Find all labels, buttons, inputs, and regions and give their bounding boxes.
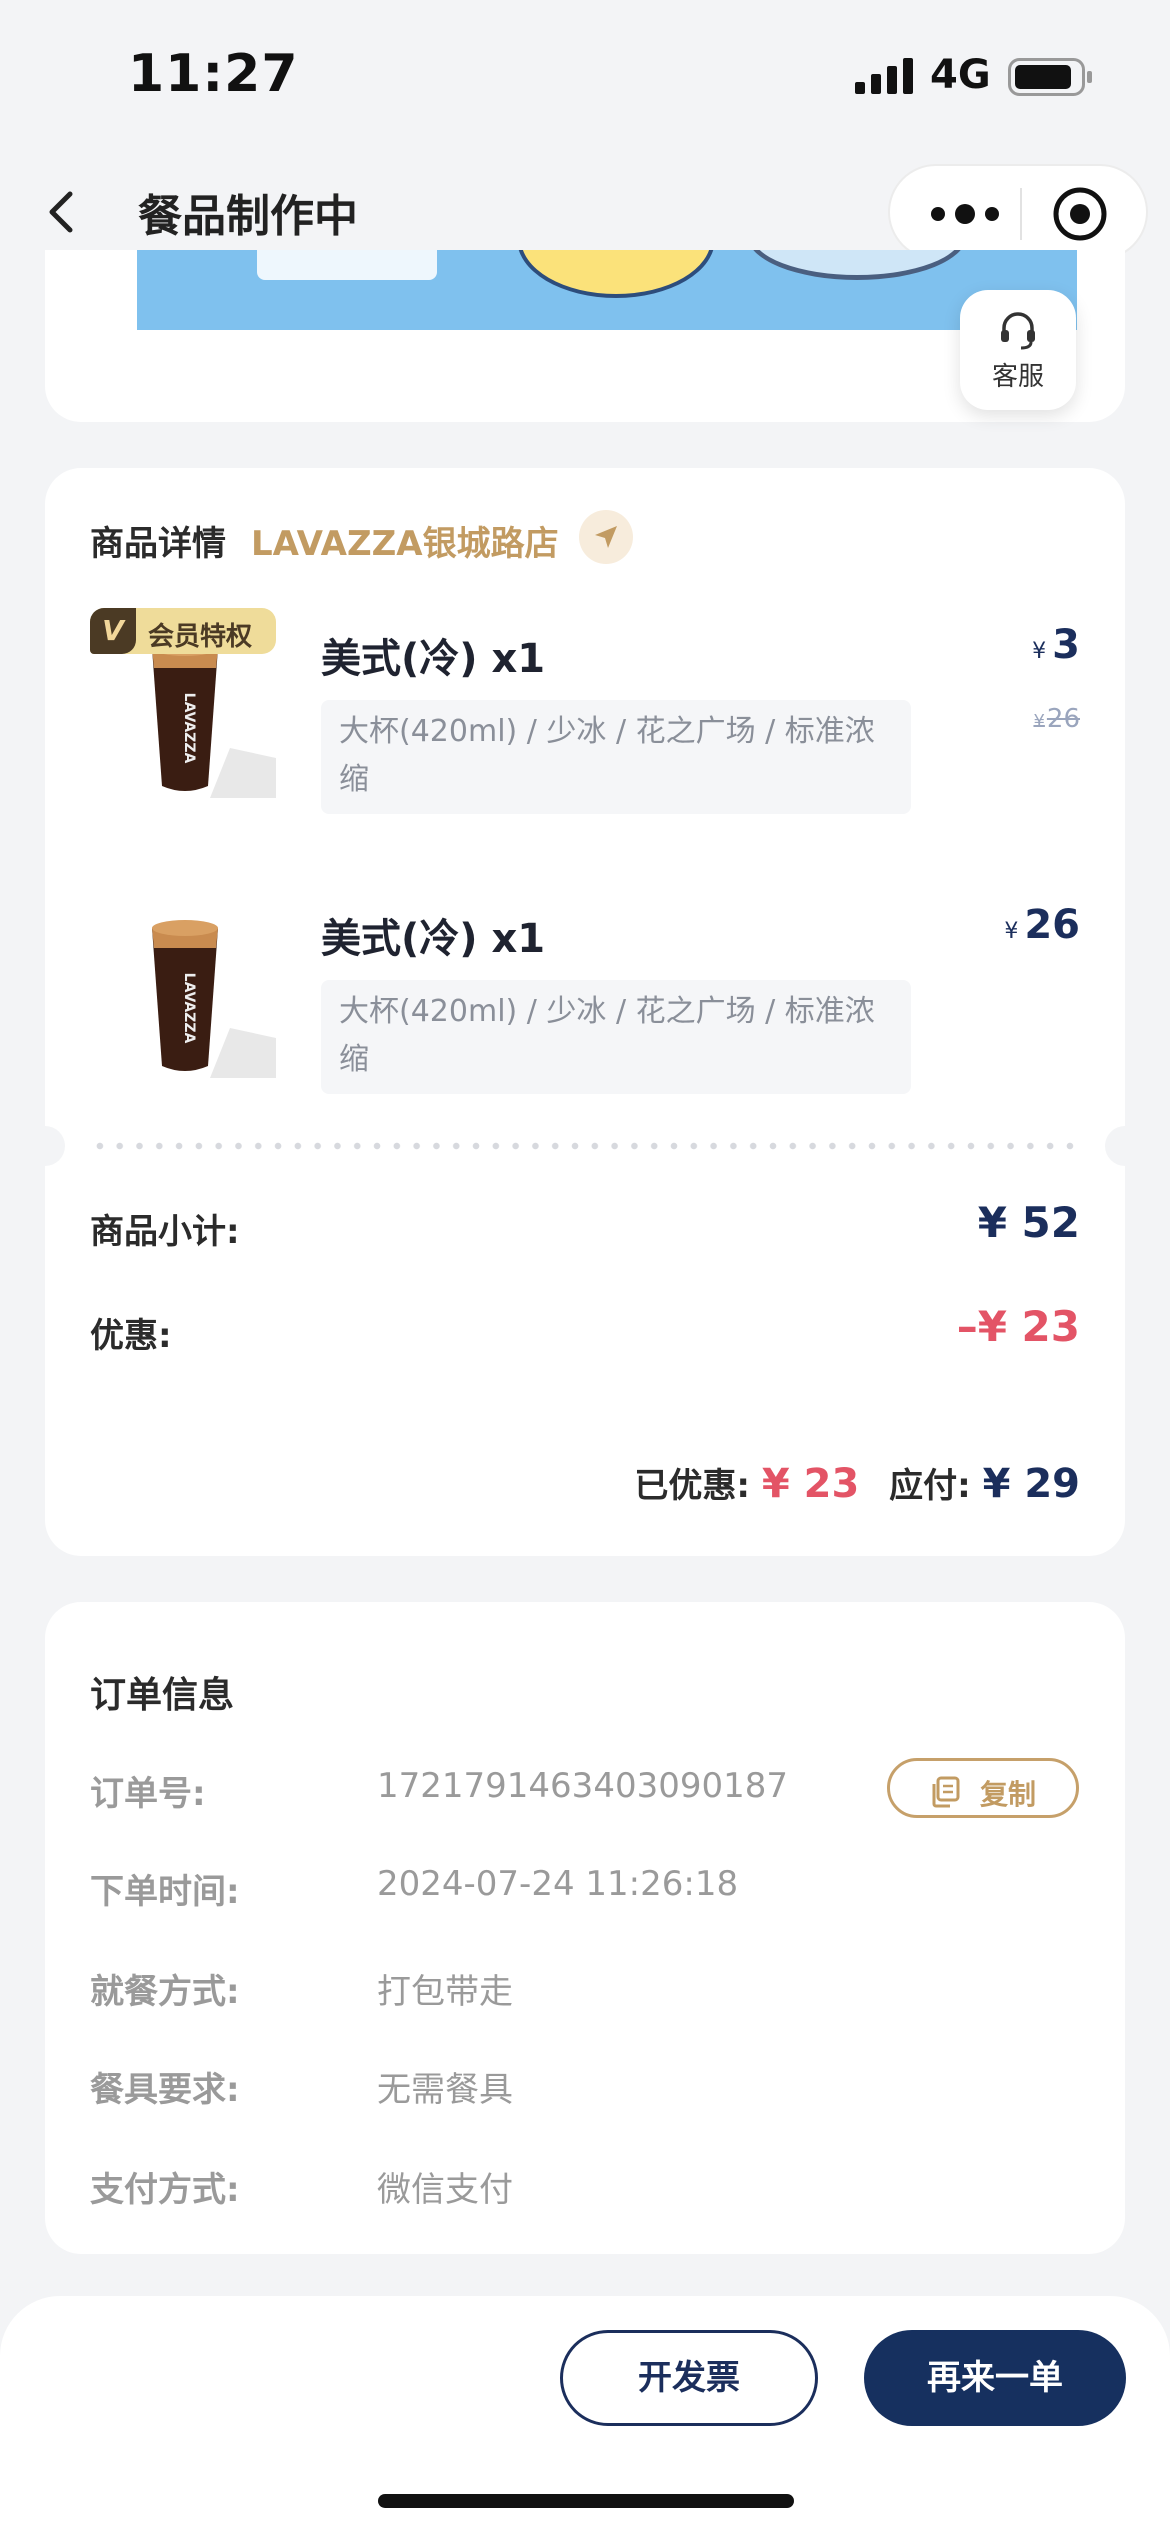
ticket-notch	[25, 1126, 65, 1166]
goods-section-title: 商品详情	[90, 524, 226, 564]
customer-service-button[interactable]: 客服	[960, 290, 1076, 410]
store-navigate-button[interactable]	[579, 510, 633, 564]
item-name: 美式(冷) x1	[321, 636, 546, 682]
total-summary: 已优惠: ¥ 23 应付: ¥ 29	[634, 1458, 1080, 1507]
mini-program-capsule	[888, 164, 1148, 260]
dining-method-value: 打包带走	[377, 1972, 513, 2012]
item-price-value: 3	[1052, 622, 1080, 668]
home-indicator[interactable]	[378, 2494, 794, 2508]
banner-graphic	[257, 250, 437, 280]
item-price: ¥26	[1004, 902, 1080, 948]
list-item[interactable]: LAVAZZA 美式(冷) x1 大杯(420ml) / 少冰 / 花之广场 /…	[45, 888, 1125, 1138]
currency-symbol: ¥	[1004, 919, 1019, 944]
order-time-label: 下单时间:	[90, 1872, 240, 1912]
subtotal-label: 商品小计:	[90, 1212, 240, 1252]
store-name[interactable]: LAVAZZA银城路店	[251, 516, 559, 565]
navigate-arrow-icon	[595, 526, 617, 548]
banner-graphic	[517, 250, 715, 298]
promo-banner[interactable]	[137, 250, 1077, 330]
currency-symbol: ¥	[1033, 711, 1045, 732]
payable-value: ¥ 29	[982, 1461, 1080, 1507]
payment-method-value: 微信支付	[377, 2170, 513, 2210]
svg-text:LAVAZZA: LAVAZZA	[181, 693, 197, 764]
headset-icon	[1001, 312, 1035, 350]
capsule-divider	[1020, 188, 1022, 240]
member-v-mark: V	[90, 608, 136, 654]
order-time-value: 2024-07-24 11:26:18	[377, 1864, 739, 1904]
invoice-button[interactable]: 开发票	[560, 2330, 818, 2426]
banner-graphic	[747, 250, 967, 280]
network-label: 4G	[930, 52, 991, 98]
currency-symbol: ¥	[1032, 639, 1047, 664]
ticket-notch	[1105, 1126, 1145, 1166]
saved-label: 已优惠:	[634, 1466, 751, 1506]
discount-value: –¥ 23	[956, 1302, 1080, 1351]
dotted-divider	[90, 1142, 1080, 1150]
member-badge-label: 会员特权	[148, 622, 253, 652]
saved-value: ¥ 23	[761, 1461, 860, 1507]
item-spec: 大杯(420ml) / 少冰 / 花之广场 / 标准浓缩	[321, 700, 911, 814]
reorder-button[interactable]: 再来一单	[864, 2330, 1126, 2426]
order-info-card: 订单信息 订单号: 1721791463403090187 复制 下单时间: 2…	[45, 1602, 1125, 2254]
battery-icon	[1008, 58, 1092, 96]
signal-icon	[855, 58, 913, 94]
copy-button[interactable]: 复制	[887, 1758, 1079, 1818]
item-price: ¥3	[1032, 622, 1080, 668]
discount-label: 优惠:	[90, 1316, 172, 1356]
customer-service-label: 客服	[991, 362, 1044, 392]
dining-method-label: 就餐方式:	[90, 1972, 240, 2012]
close-target-icon[interactable]	[1050, 184, 1110, 244]
member-badge: V 会员特权	[90, 608, 276, 654]
list-item[interactable]: LAVAZZA V 会员特权 美式(冷) x1 大杯(420ml) / 少冰 /…	[45, 608, 1125, 858]
payment-method-label: 支付方式:	[90, 2170, 240, 2210]
goods-card: 商品详情 LAVAZZA银城路店 LAVAZZA V 会员特权 美式(冷) x1…	[25, 468, 1145, 1556]
more-icon[interactable]	[920, 194, 1010, 234]
subtotal-value: ¥ 52	[977, 1198, 1080, 1247]
item-original-price: ¥26	[1033, 704, 1080, 734]
coffee-cup-image: LAVAZZA	[152, 920, 276, 1078]
order-info-title: 订单信息	[90, 1675, 235, 1716]
back-arrow-icon[interactable]	[34, 182, 94, 242]
item-spec: 大杯(420ml) / 少冰 / 花之广场 / 标准浓缩	[321, 980, 911, 1094]
page-title: 餐品制作中	[138, 191, 358, 242]
tableware-label: 餐具要求:	[90, 2070, 240, 2110]
item-price-value: 26	[1024, 902, 1080, 948]
tableware-value: 无需餐具	[377, 2070, 513, 2110]
item-original-price-value: 26	[1046, 704, 1080, 734]
status-time: 11:27	[128, 44, 299, 104]
item-name: 美式(冷) x1	[321, 916, 546, 962]
status-bar: 11:27 4G	[0, 0, 1170, 150]
payable-label: 应付:	[889, 1466, 971, 1506]
copy-icon	[932, 1776, 960, 1808]
bottom-action-bar: 开发票 再来一单	[0, 2296, 1170, 2532]
order-number-label: 订单号:	[90, 1774, 206, 1814]
copy-label: 复制	[980, 1778, 1037, 1811]
svg-text:LAVAZZA: LAVAZZA	[181, 973, 197, 1044]
order-number-value: 1721791463403090187	[377, 1766, 789, 1806]
